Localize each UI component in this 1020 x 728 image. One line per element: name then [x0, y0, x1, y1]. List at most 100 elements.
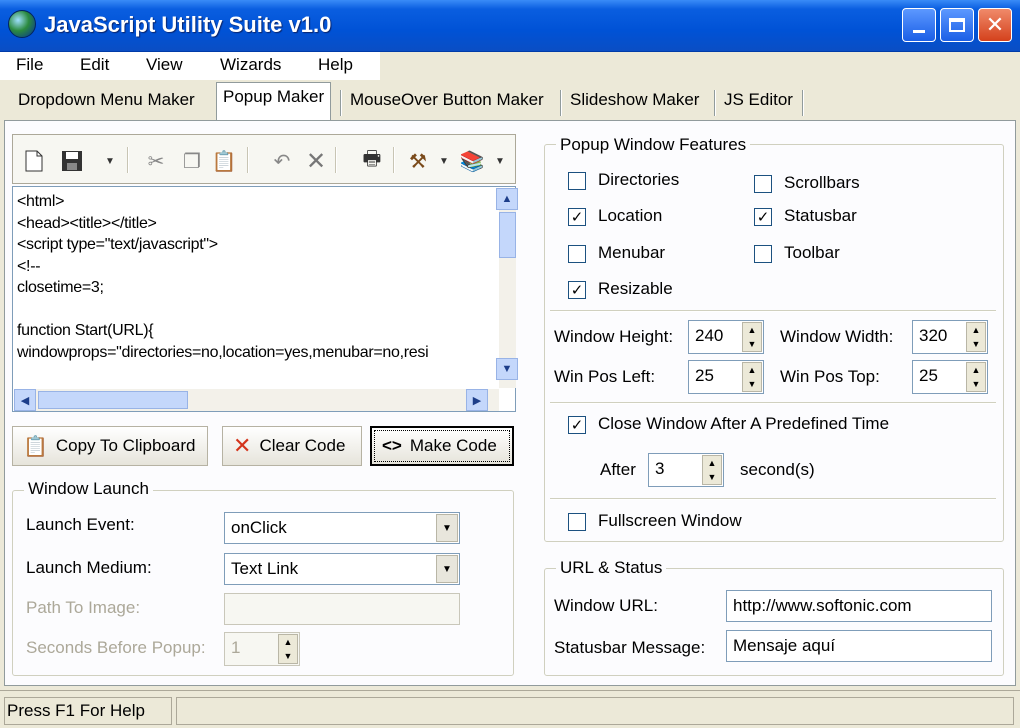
- spin-up-icon[interactable]: ▲: [972, 325, 981, 335]
- spin-down-icon[interactable]: ▼: [748, 379, 757, 389]
- scroll-down-button[interactable]: ▼: [496, 358, 518, 380]
- spin-up-icon[interactable]: ▲: [708, 458, 717, 468]
- chevron-down-icon: ▼: [501, 363, 513, 375]
- help-book-dropdown-icon[interactable]: ▼: [487, 149, 513, 173]
- spin-up-icon[interactable]: ▲: [748, 325, 757, 335]
- win-pos-left-label: Win Pos Left:: [554, 367, 656, 386]
- window-width-value: 320: [919, 326, 948, 345]
- spinner-arrows[interactable]: ▲ ▼: [742, 362, 762, 392]
- fullscreen-window-label: Fullscreen Window: [598, 511, 742, 530]
- after-label: After: [600, 460, 636, 479]
- undo-icon[interactable]: ↶: [269, 149, 295, 173]
- launch-event-select[interactable]: onClick ▼: [224, 512, 460, 544]
- spin-down-icon[interactable]: ▼: [972, 379, 981, 389]
- window-width-label: Window Width:: [780, 327, 894, 346]
- features-divider: [550, 310, 996, 312]
- path-to-image-input[interactable]: [224, 593, 460, 625]
- copy-icon[interactable]: ❐: [179, 149, 205, 173]
- toolbar-checkbox[interactable]: [754, 245, 772, 263]
- horizontal-scroll-thumb[interactable]: [38, 391, 188, 409]
- new-icon[interactable]: [21, 149, 47, 173]
- tab-mouseover-button-maker[interactable]: MouseOver Button Maker: [344, 86, 550, 118]
- close-after-time-label: Close Window After A Predefined Time: [598, 414, 890, 433]
- directories-checkbox[interactable]: [568, 172, 586, 190]
- menu-wizards[interactable]: Wizards: [220, 55, 281, 75]
- menubar-checkbox[interactable]: [568, 245, 586, 263]
- close-button[interactable]: ✕: [978, 8, 1012, 42]
- close-after-seconds-spinner[interactable]: 3 ▲ ▼: [648, 453, 724, 487]
- seconds-before-popup-value: 1: [231, 638, 241, 657]
- spin-up-icon[interactable]: ▲: [748, 365, 757, 375]
- tab-slideshow-maker[interactable]: Slideshow Maker: [564, 86, 705, 118]
- location-checkbox[interactable]: ✓: [568, 208, 586, 226]
- statusbar-checkbox[interactable]: ✓: [754, 208, 772, 226]
- window-height-spinner[interactable]: 240 ▲ ▼: [688, 320, 764, 354]
- statusbar-label: Statusbar: [784, 206, 857, 225]
- tab-popup-maker[interactable]: Popup Maker: [216, 82, 332, 122]
- tab-dropdown-menu-maker[interactable]: Dropdown Menu Maker: [12, 86, 201, 118]
- scrollbars-checkbox[interactable]: [754, 175, 772, 193]
- spin-down-icon[interactable]: ▼: [748, 339, 757, 349]
- maximize-button[interactable]: [940, 8, 974, 42]
- print-icon[interactable]: 🖶: [359, 148, 385, 173]
- features-divider: [550, 402, 996, 404]
- statusbar-message-input[interactable]: Mensaje aquí: [726, 630, 992, 662]
- spinner-arrows[interactable]: ▲ ▼: [278, 634, 298, 664]
- spinner-arrows[interactable]: ▲ ▼: [742, 322, 762, 352]
- spin-down-icon[interactable]: ▼: [284, 651, 293, 661]
- win-pos-left-spinner[interactable]: 25 ▲ ▼: [688, 360, 764, 394]
- spinner-arrows[interactable]: ▲ ▼: [702, 455, 722, 485]
- save-icon[interactable]: [59, 149, 85, 173]
- title-bar[interactable]: JavaScript Utility Suite v1.0 ✕: [0, 0, 1020, 52]
- spin-down-icon[interactable]: ▼: [972, 339, 981, 349]
- status-help-text: Press F1 For Help: [7, 701, 145, 720]
- scroll-right-button[interactable]: ▶: [466, 389, 488, 411]
- menu-view[interactable]: View: [146, 55, 183, 75]
- window-url-input[interactable]: http://www.softonic.com: [726, 590, 992, 622]
- save-dropdown-icon[interactable]: ▼: [97, 149, 123, 173]
- menu-edit[interactable]: Edit: [80, 55, 109, 75]
- resizable-checkbox[interactable]: ✓: [568, 281, 586, 299]
- scroll-left-button[interactable]: ◀: [14, 389, 36, 411]
- code-editor[interactable]: <html> <head><title></title> <script type=…: [12, 186, 518, 412]
- dropdown-arrow-icon[interactable]: ▼: [436, 555, 458, 583]
- code-text[interactable]: <html> <head><title></title> <script type=…: [17, 191, 487, 371]
- clear-code-button[interactable]: ✕ Clear Code: [222, 426, 362, 466]
- vertical-scroll-thumb[interactable]: [499, 212, 516, 258]
- clipboard-icon: 📋: [23, 435, 48, 458]
- code-line: <head><title></title>: [17, 214, 157, 232]
- win-pos-top-spinner[interactable]: 25 ▲ ▼: [912, 360, 988, 394]
- tools-dropdown-icon[interactable]: ▼: [431, 149, 457, 173]
- code-horizontal-scrollbar[interactable]: ◀ ▶: [14, 389, 499, 411]
- spinner-arrows[interactable]: ▲ ▼: [966, 362, 986, 392]
- make-code-label: Make Code: [409, 436, 497, 455]
- dropdown-arrow-icon[interactable]: ▼: [436, 514, 458, 542]
- minimize-icon: [913, 29, 925, 33]
- paste-icon[interactable]: 📋: [211, 149, 237, 173]
- status-bar: Press F1 For Help: [0, 690, 1020, 728]
- cut-icon[interactable]: ✂: [143, 149, 169, 173]
- make-code-button[interactable]: <> Make Code: [370, 426, 514, 466]
- spin-up-icon[interactable]: ▲: [972, 365, 981, 375]
- close-after-time-checkbox[interactable]: ✓: [568, 416, 586, 434]
- checkmark-icon: ✓: [570, 209, 584, 226]
- code-vertical-scrollbar[interactable]: ▲ ▼: [496, 188, 518, 388]
- launch-medium-select[interactable]: Text Link ▼: [224, 553, 460, 585]
- copy-to-clipboard-button[interactable]: 📋 Copy To Clipboard: [12, 426, 208, 466]
- tab-js-editor[interactable]: JS Editor: [718, 86, 799, 118]
- menu-help[interactable]: Help: [318, 55, 353, 75]
- directories-label: Directories: [598, 170, 680, 189]
- window-width-spinner[interactable]: 320 ▲ ▼: [912, 320, 988, 354]
- help-book-icon[interactable]: 📚: [459, 149, 485, 173]
- seconds-before-popup-spinner[interactable]: 1 ▲ ▼: [224, 632, 300, 666]
- spinner-arrows[interactable]: ▲ ▼: [966, 322, 986, 352]
- delete-icon[interactable]: ✕: [303, 148, 329, 175]
- tools-icon[interactable]: ⚒: [405, 149, 431, 173]
- scroll-up-button[interactable]: ▲: [496, 188, 518, 210]
- spin-up-icon[interactable]: ▲: [284, 637, 293, 647]
- minimize-button[interactable]: [902, 8, 936, 42]
- menu-file[interactable]: File: [16, 55, 43, 75]
- spin-down-icon[interactable]: ▼: [708, 472, 717, 482]
- fullscreen-window-checkbox[interactable]: [568, 513, 586, 531]
